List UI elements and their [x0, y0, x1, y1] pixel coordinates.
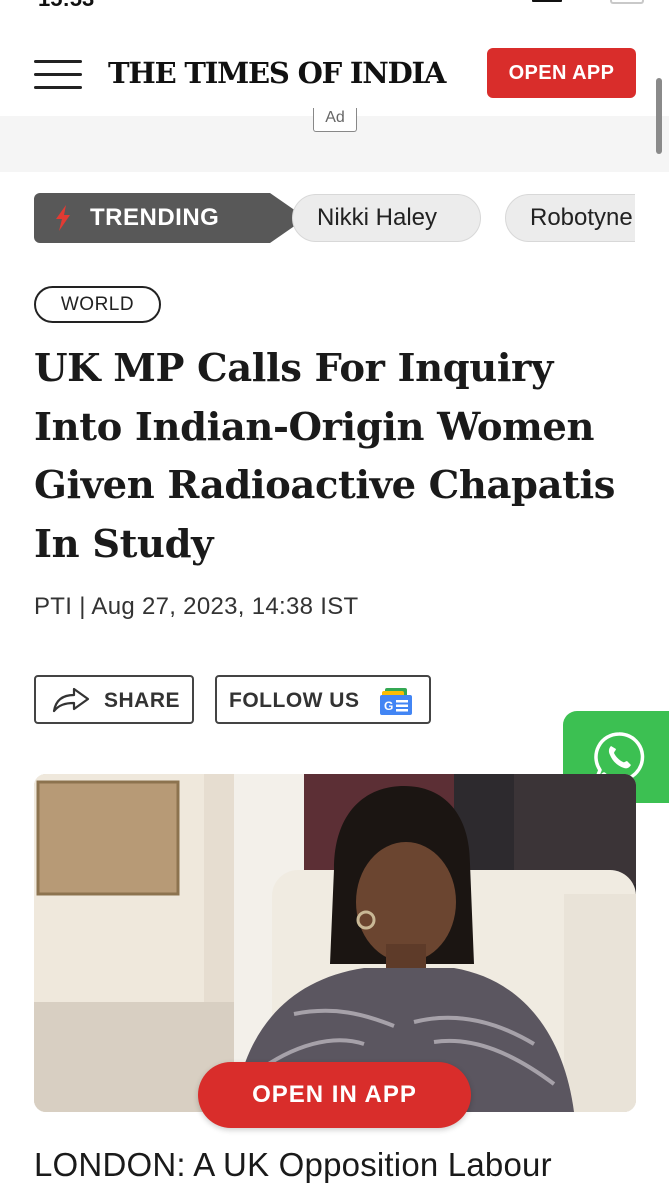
ad-slot: Ad: [0, 108, 669, 172]
follow-us-button[interactable]: FOLLOW US G: [215, 675, 431, 724]
trending-label: TRENDING: [34, 193, 306, 243]
share-button[interactable]: SHARE: [34, 675, 194, 724]
hamburger-menu-icon[interactable]: [34, 60, 82, 90]
trending-text: TRENDING: [90, 204, 220, 231]
share-arrow-icon: [52, 687, 90, 713]
battery-icon: [610, 0, 644, 4]
article-byline: PTI | Aug 27, 2023, 14:38 IST: [34, 593, 359, 620]
article-headline: UK MP Calls For Inquiry Into Indian-Orig…: [34, 346, 616, 567]
category-tag[interactable]: WORLD: [34, 286, 161, 323]
open-app-button[interactable]: OPEN APP: [487, 48, 636, 98]
site-logo[interactable]: THE TIMES OF INDIA: [108, 56, 446, 90]
lightning-bolt-icon: [56, 205, 70, 231]
article-lede: LONDON: A UK Opposition Labour: [34, 1146, 552, 1183]
trending-chip[interactable]: Robotyne: [505, 194, 635, 242]
ad-label: Ad: [313, 108, 357, 132]
signal-icon: [532, 0, 562, 2]
svg-text:G: G: [384, 699, 393, 713]
status-time: 15:53: [38, 0, 94, 12]
scrollbar[interactable]: [656, 78, 662, 154]
google-news-icon: G: [380, 688, 412, 715]
trending-chips: Nikki Haley Robotyne: [292, 194, 635, 242]
follow-label: FOLLOW US: [229, 689, 360, 712]
site-header: THE TIMES OF INDIA OPEN APP: [0, 30, 669, 116]
trending-chip[interactable]: Nikki Haley: [292, 194, 481, 242]
share-label: SHARE: [104, 689, 181, 712]
open-in-app-button[interactable]: OPEN IN APP: [198, 1062, 471, 1128]
status-bar: 15:53: [0, 0, 669, 12]
